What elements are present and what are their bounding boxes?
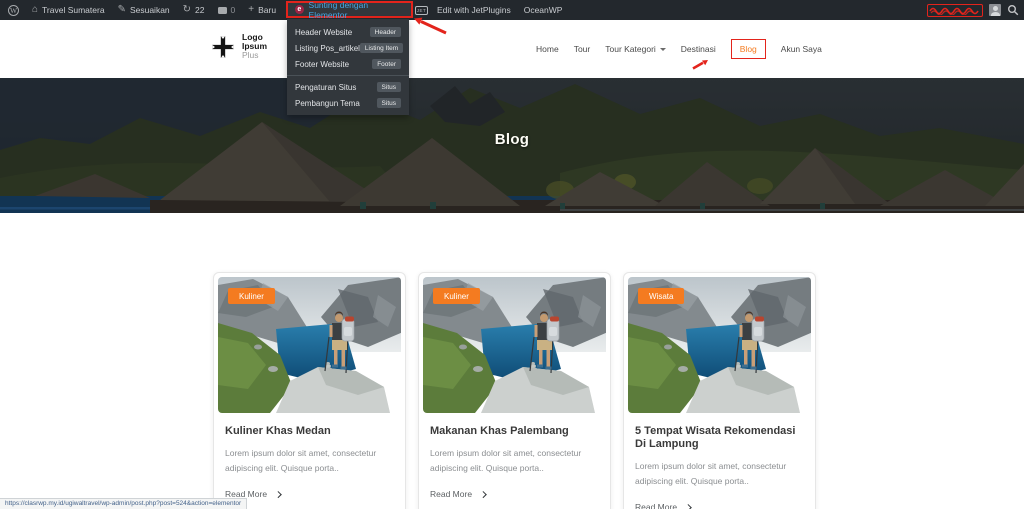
elementor-label: Sunting dengan Elementor: [308, 0, 369, 20]
edit-with-elementor-menu[interactable]: e Sunting dengan Elementor: [286, 0, 413, 20]
updates-menu[interactable]: ↻ 22: [182, 4, 205, 16]
badge-footer: Footer: [372, 59, 401, 69]
menu-item-pembangun-tema[interactable]: Pembangun Tema Situs: [287, 95, 409, 111]
admin-bar-account-group: [927, 0, 1019, 20]
blog-card: Wisata 5 Tempat Wisata Rekomendasi Di La…: [623, 272, 816, 509]
blog-card: Kuliner Kuliner Khas Medan Lorem ipsum d…: [213, 272, 406, 509]
page: W ⌂ Travel Sumatera ✎ Sesuaikan ↻ 22 0 +…: [0, 0, 1024, 509]
post-title[interactable]: 5 Tempat Wisata Rekomendasi Di Lampung: [635, 425, 804, 451]
site-logo[interactable]: Logo Ipsum Plus: [210, 33, 267, 60]
post-excerpt: Lorem ipsum dolor sit amet, consectetur …: [635, 461, 787, 486]
nav-item-tour[interactable]: Tour: [574, 44, 591, 54]
oceanwp-menu[interactable]: OceanWP: [524, 5, 563, 15]
site-name-label: Travel Sumatera: [42, 5, 105, 15]
oceanwp-label: OceanWP: [523, 5, 563, 15]
read-more-link[interactable]: Read More: [430, 489, 599, 499]
blog-cards-row: Kuliner Kuliner Khas Medan Lorem ipsum d…: [213, 272, 816, 509]
chevron-down-icon: [659, 47, 666, 54]
category-badge: Wisata: [638, 288, 685, 304]
wordpress-icon: W: [8, 4, 19, 16]
brush-icon: ✎: [117, 4, 126, 15]
logo-plus-icon: [212, 35, 234, 58]
post-thumbnail[interactable]: Wisata: [628, 277, 811, 413]
post-excerpt: Lorem ipsum dolor sit amet, consectetur …: [430, 448, 582, 473]
badge-listing-item: Listing Item: [359, 43, 404, 53]
jetplugins-label: Edit with JetPlugins: [437, 5, 511, 15]
nav-item-tour-kategori[interactable]: Tour Kategori: [605, 44, 666, 54]
nav-item-akun-saya[interactable]: Akun Saya: [781, 44, 822, 54]
badge-situs-2: Situs: [376, 98, 401, 108]
user-avatar[interactable]: [989, 4, 1001, 16]
admin-bar-plugins-group: JET Edit with JetPlugins OceanWP: [415, 0, 575, 20]
nav-item-destinasi[interactable]: Destinasi: [681, 44, 716, 54]
blog-card: Kuliner Makanan Khas Palembang Lorem ips…: [418, 272, 611, 509]
badge-situs-1: Situs: [376, 82, 401, 92]
post-thumbnail[interactable]: Kuliner: [218, 277, 401, 413]
comments-menu[interactable]: 0: [217, 5, 236, 15]
jetplugins-icon: JET: [415, 5, 428, 15]
post-thumbnail[interactable]: Kuliner: [423, 277, 606, 413]
nav-item-home[interactable]: Home: [536, 44, 559, 54]
category-badge: Kuliner: [433, 288, 480, 304]
site-name-menu[interactable]: ⌂ Travel Sumatera: [32, 4, 105, 16]
new-label: Baru: [258, 5, 277, 15]
elementor-icon: e: [295, 5, 304, 14]
customize-menu[interactable]: ✎ Sesuaikan: [117, 4, 170, 16]
new-content-menu[interactable]: + Baru: [248, 4, 277, 16]
badge-header: Header: [369, 27, 401, 37]
page-title: Blog: [494, 131, 530, 148]
plus-icon: +: [248, 4, 255, 15]
hero-banner: Blog: [0, 78, 1024, 213]
nav-item-blog-active[interactable]: Blog: [730, 39, 766, 59]
elementor-dropdown-menu: Header Website Header Listing Pos_artike…: [287, 19, 409, 115]
chevron-right-icon: [275, 491, 282, 498]
chevron-right-icon: [480, 491, 487, 498]
menu-item-footer-website[interactable]: Footer Website Footer: [287, 56, 409, 72]
post-title[interactable]: Makanan Khas Palembang: [430, 425, 599, 438]
menu-item-header-website[interactable]: Header Website Header: [287, 24, 409, 40]
edit-with-jetplugins-menu[interactable]: JET Edit with JetPlugins: [415, 5, 511, 15]
wp-admin-bar: W ⌂ Travel Sumatera ✎ Sesuaikan ↻ 22 0 +…: [0, 0, 1024, 20]
read-more-link[interactable]: Read More: [635, 502, 804, 509]
redacted-username-annotation: [927, 3, 983, 17]
logo-text: Logo Ipsum Plus: [242, 32, 268, 60]
updates-count: 22: [195, 5, 205, 15]
chevron-right-icon: [685, 504, 692, 509]
comments-icon: [217, 6, 227, 14]
updates-icon: ↻: [182, 4, 192, 15]
main-navigation: Home Tour Tour Kategori Destinasi Blog A…: [536, 20, 822, 78]
menu-divider: [287, 75, 409, 76]
customize-label: Sesuaikan: [129, 5, 170, 15]
post-title[interactable]: Kuliner Khas Medan: [225, 425, 394, 438]
read-more-link[interactable]: Read More: [225, 489, 394, 499]
wp-logo-menu[interactable]: W: [8, 4, 19, 16]
comments-count: 0: [230, 5, 236, 15]
red-scribble: [929, 7, 979, 16]
site-header: Logo Ipsum Plus Home Tour Tour Kategori …: [0, 20, 1024, 78]
home-icon: ⌂: [32, 4, 39, 15]
browser-status-url: https://clasrwp.my.id/ugiwaltravel/wp-ad…: [0, 498, 248, 509]
menu-item-pengaturan-situs[interactable]: Pengaturan Situs Situs: [287, 79, 409, 95]
category-badge: Kuliner: [228, 288, 275, 304]
post-excerpt: Lorem ipsum dolor sit amet, consectetur …: [225, 448, 377, 473]
menu-item-listing-pos-artikel[interactable]: Listing Pos_artikel Listing Item: [287, 40, 409, 56]
search-icon[interactable]: [1007, 4, 1019, 16]
